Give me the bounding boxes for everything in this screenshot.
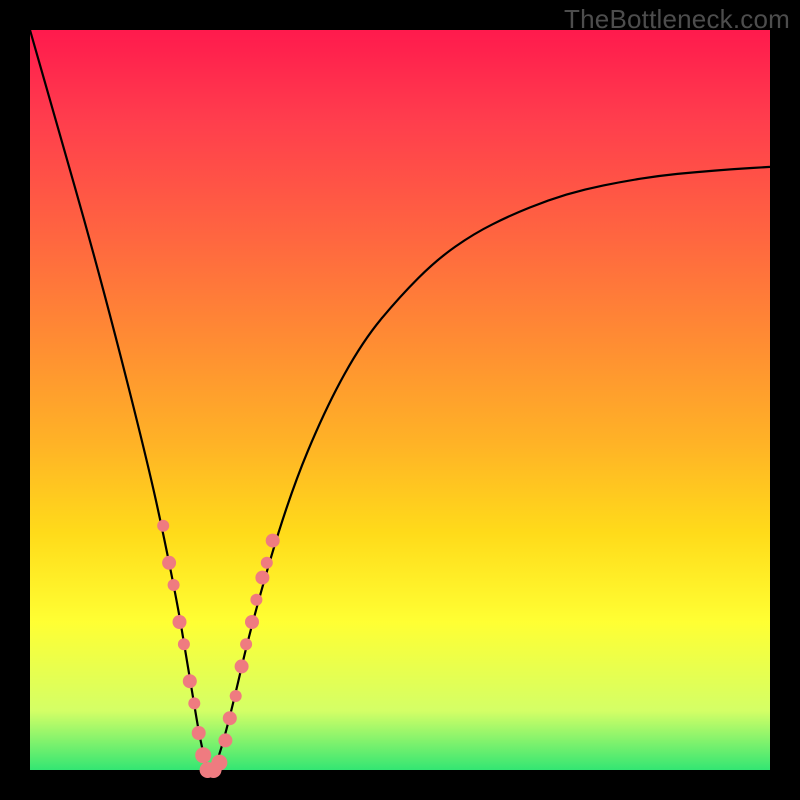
marker-dot: [245, 615, 259, 629]
marker-dot: [250, 594, 262, 606]
marker-dot: [218, 733, 232, 747]
marker-dot: [255, 571, 269, 585]
marker-dot: [240, 638, 252, 650]
marker-dot: [211, 755, 227, 771]
marker-dot: [266, 534, 280, 548]
marker-cluster: [157, 520, 280, 778]
marker-dot: [192, 726, 206, 740]
marker-dot: [261, 557, 273, 569]
marker-dot: [183, 674, 197, 688]
curve-svg: [30, 30, 770, 770]
marker-dot: [162, 556, 176, 570]
watermark-text: TheBottleneck.com: [564, 4, 790, 35]
bottleneck-curve: [30, 30, 770, 770]
marker-dot: [173, 615, 187, 629]
marker-dot: [195, 747, 211, 763]
marker-dot: [178, 638, 190, 650]
marker-dot: [188, 697, 200, 709]
marker-dot: [235, 659, 249, 673]
marker-dot: [157, 520, 169, 532]
plot-area: [30, 30, 770, 770]
chart-frame: TheBottleneck.com: [0, 0, 800, 800]
marker-dot: [230, 690, 242, 702]
marker-dot: [168, 579, 180, 591]
marker-dot: [223, 711, 237, 725]
